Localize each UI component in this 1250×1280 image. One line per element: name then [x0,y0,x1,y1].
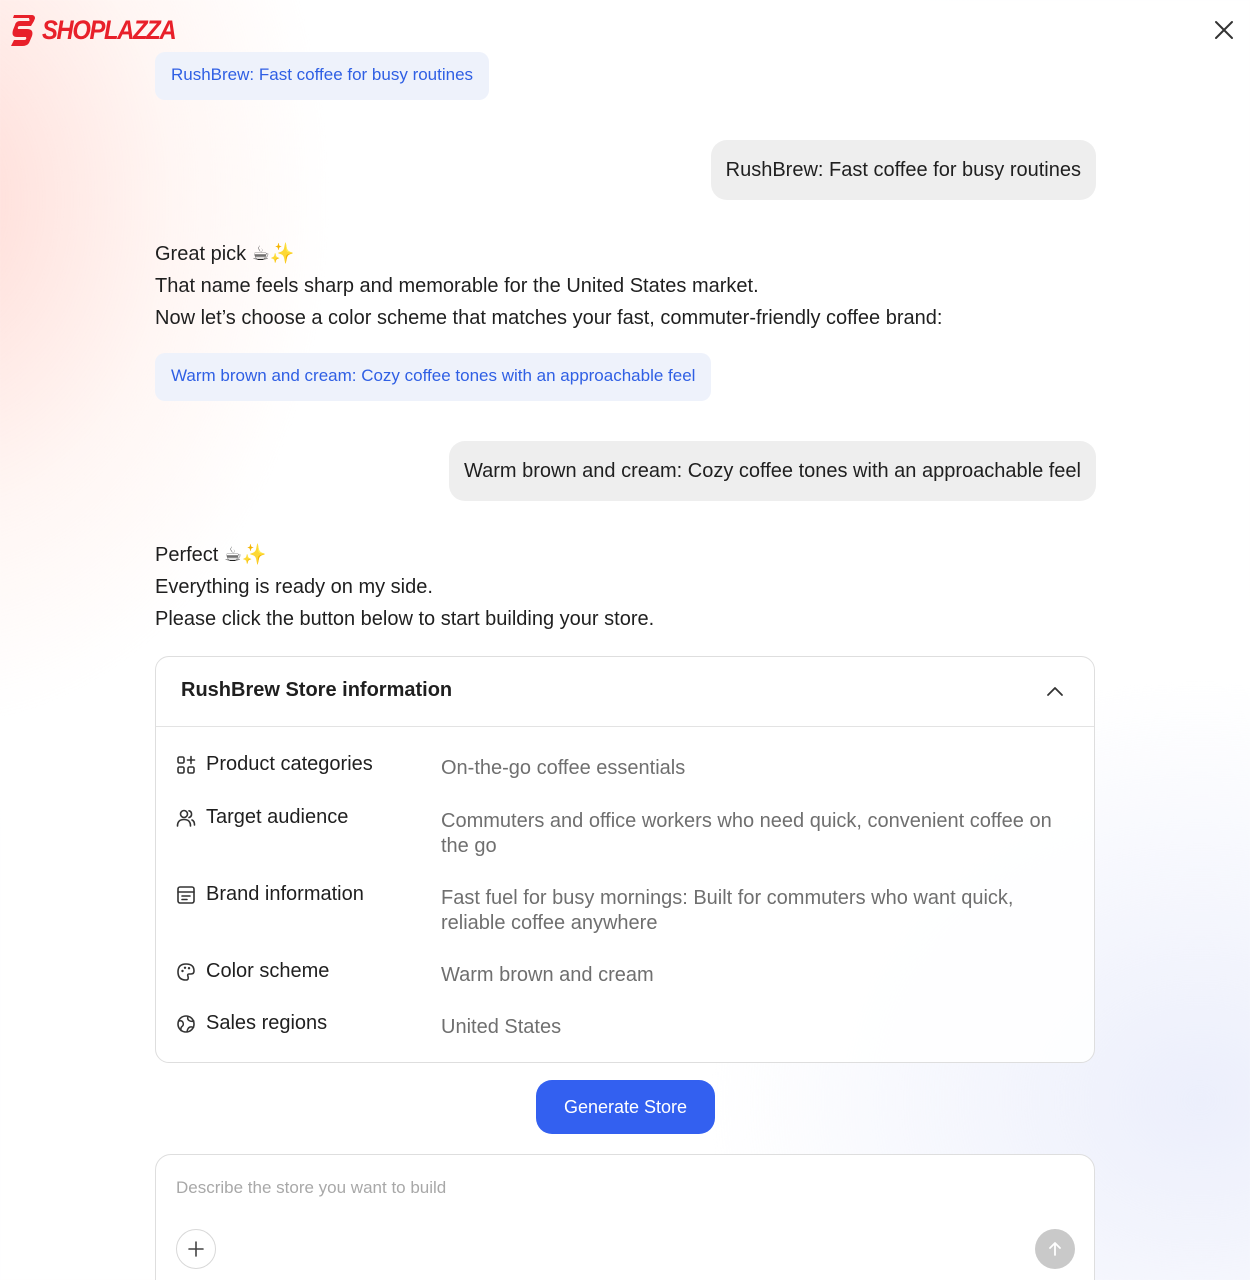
info-value: United States [441,1016,562,1038]
info-label: Target audience [176,806,348,829]
prompt-composer [155,1154,1095,1280]
suggestion-chip-brand-name[interactable]: RushBrew: Fast coffee for busy routines [155,52,490,100]
info-label-text: Color scheme [206,960,330,982]
palette-icon [177,962,195,981]
assistant-line: Perfect ☕✨ [155,544,267,566]
user-message-color-scheme: Warm brown and cream: Cozy coffee tones … [449,441,1096,501]
store-info-title: RushBrew Store information [181,679,453,701]
grid-plus-icon [177,755,196,774]
suggestion-chip-color-scheme[interactable]: Warm brown and cream: Cozy coffee tones … [155,353,712,401]
assistant-line: Great pick ☕✨ [155,243,295,265]
store-info-card: RushBrew Store information Product categ… [155,656,1095,1063]
info-label: Color scheme [176,960,329,983]
users-icon [176,809,196,827]
assistant-line: Now let’s choose a color scheme that mat… [155,307,943,329]
assistant-message-color-prompt: Great pick ☕✨ That name feels sharp and … [155,238,942,334]
store-info-card-header[interactable]: RushBrew Store information [156,657,1094,727]
info-label-text: Target audience [206,806,349,828]
assistant-line: Please click the button below to start b… [155,608,655,630]
globe-icon [177,1014,195,1033]
user-message-brand-name: RushBrew: Fast coffee for busy routines [710,140,1096,200]
plus-icon [188,1241,204,1257]
info-value: On-the-go coffee essentials [441,757,686,779]
send-button[interactable] [1035,1229,1075,1269]
assistant-line: That name feels sharp and memorable for … [155,275,759,297]
add-attachment-button[interactable] [176,1229,216,1269]
info-label-text: Brand information [206,883,364,905]
info-label-text: Sales regions [206,1012,328,1034]
assistant-line: Everything is ready on my side. [155,576,433,598]
chevron-up-icon[interactable] [1046,683,1064,701]
info-value: Fast fuel for busy mornings: Built for c… [441,887,1014,934]
store-description-input[interactable] [176,1175,1056,1201]
info-value: Warm brown and cream [441,964,654,986]
info-value: Commuters and office workers who need qu… [441,810,1052,857]
brand-name: SHOPLAZZA [42,14,177,45]
shoplazza-logo[interactable]: SHOPLAZZA [8,12,194,48]
generate-store-button[interactable]: Generate Store [536,1080,715,1134]
info-label: Product categories [176,753,373,776]
shoplazza-logo-icon [11,15,35,46]
brand-card-icon [177,885,195,904]
info-label-text: Product categories [206,753,373,775]
info-label: Sales regions [176,1012,327,1035]
info-label: Brand information [176,883,364,906]
arrow-up-icon [1049,1242,1061,1256]
top-bar: SHOPLAZZA [0,0,1250,60]
close-icon[interactable] [1212,18,1236,42]
assistant-message-ready: Perfect ☕✨ Everything is ready on my sid… [155,539,654,635]
